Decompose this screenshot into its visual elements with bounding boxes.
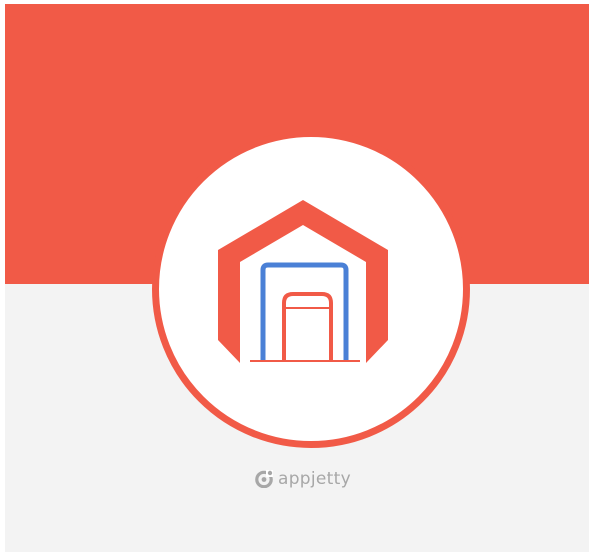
warehouse-doors-icon — [218, 200, 388, 363]
brand-logo: appjetty — [255, 468, 351, 490]
house-frame — [218, 200, 388, 363]
appjetty-swirl-icon — [255, 470, 273, 488]
floor-line — [250, 360, 360, 362]
blue-door — [260, 262, 349, 360]
product-banner: appjetty — [5, 4, 589, 552]
brand-wordmark: appjetty — [278, 469, 351, 489]
red-door — [282, 292, 333, 360]
